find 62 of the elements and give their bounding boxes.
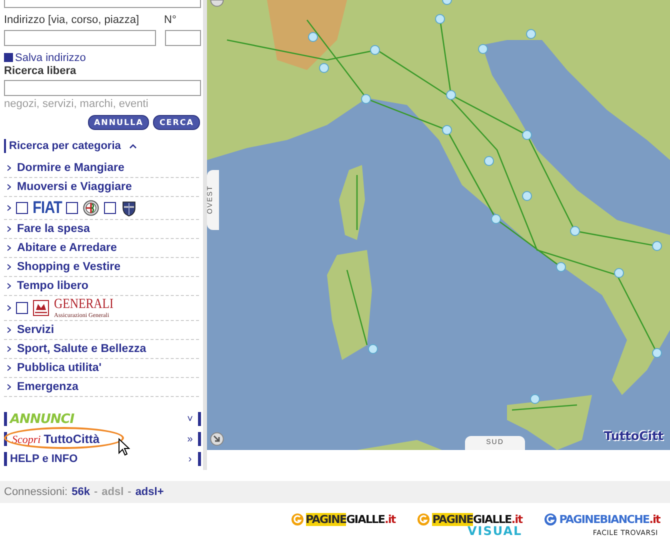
category-link[interactable]: Tempo libero	[17, 280, 88, 292]
category-link[interactable]: Muoversi e Viaggiare	[17, 181, 132, 193]
logo-tagline: VISUAL	[467, 524, 522, 538]
checkbox[interactable]	[16, 202, 28, 214]
separator-text: -	[94, 486, 98, 498]
category-link[interactable]: Pubblica utilita'	[17, 362, 102, 374]
category-heading[interactable]: Ricerca per categoria	[9, 140, 121, 152]
bullet-icon	[7, 184, 11, 190]
brand-logo[interactable]: PAGINEBIANCHE.it	[559, 513, 660, 526]
logo-mark-icon	[544, 513, 558, 526]
help-tab[interactable]: HELP e INFO	[10, 453, 186, 465]
free-search-field[interactable]	[4, 80, 201, 96]
checkbox[interactable]	[104, 202, 116, 214]
corner-pan-icon	[210, 0, 224, 8]
cursor-icon	[118, 438, 130, 456]
number-field[interactable]	[165, 30, 201, 46]
category-link[interactable]: Abitare e Arredare	[17, 242, 117, 254]
save-checkbox[interactable]	[4, 53, 13, 62]
checkbox[interactable]	[66, 202, 78, 214]
bullet-icon	[7, 384, 11, 390]
logo-mark-icon	[417, 513, 430, 526]
lion-emblem-icon	[33, 300, 49, 316]
caret-icon[interactable]: ˅	[186, 414, 194, 424]
connections-label: Connessioni:	[4, 486, 68, 498]
search-button[interactable]: CERCA	[153, 115, 200, 130]
category-link[interactable]: Dormire e Mangiare	[17, 162, 124, 174]
number-label: N°	[164, 14, 176, 26]
checkbox[interactable]	[16, 302, 28, 314]
brand-logo[interactable]: PAGINEGIALLE.it	[432, 513, 522, 526]
bullet-icon	[7, 205, 11, 211]
bullet-icon	[7, 327, 11, 333]
cancel-button[interactable]: ANNULLA	[88, 115, 150, 130]
caret-icon[interactable]: ›	[186, 454, 194, 464]
free-search-label: Ricerca libera	[4, 65, 78, 79]
separator-text: -	[128, 486, 132, 498]
caret-icon[interactable]: »	[186, 434, 194, 444]
logo-mark-icon	[290, 513, 304, 526]
connection-link[interactable]: 56k	[72, 486, 90, 498]
category-link[interactable]: Emergenza	[17, 381, 78, 393]
bullet-icon	[7, 226, 11, 232]
bullet-icon	[7, 365, 11, 371]
connection-link[interactable]: adsl+	[135, 486, 164, 498]
map-logo: TuttoCitt	[604, 429, 664, 443]
brand-logo[interactable]: GENERALI	[54, 297, 114, 313]
category-link[interactable]: Fare la spesa	[17, 223, 90, 235]
category-link[interactable]: Shopping e Vestire	[17, 261, 121, 273]
bullet-icon	[7, 264, 11, 270]
bullet-icon	[7, 346, 11, 352]
bullet-icon	[7, 283, 11, 289]
shield-emblem-icon	[120, 200, 137, 216]
brand-logo[interactable]: FIAT	[32, 198, 62, 218]
bullet-icon	[7, 245, 11, 251]
address-label: Indirizzo [via, corso, piazza]	[4, 14, 140, 26]
address-field[interactable]	[4, 30, 156, 46]
round-emblem-icon	[82, 200, 99, 216]
corner-pan-icon	[210, 432, 224, 446]
save-address-link[interactable]: Salva indirizzo	[15, 52, 86, 64]
bullet-icon	[7, 305, 11, 311]
category-link[interactable]: Sport, Salute e Bellezza	[17, 343, 146, 355]
search-hint: negozi, servizi, marchi, eventi	[4, 98, 150, 112]
bullet-icon	[7, 165, 11, 171]
category-link[interactable]: Servizi	[17, 324, 54, 336]
